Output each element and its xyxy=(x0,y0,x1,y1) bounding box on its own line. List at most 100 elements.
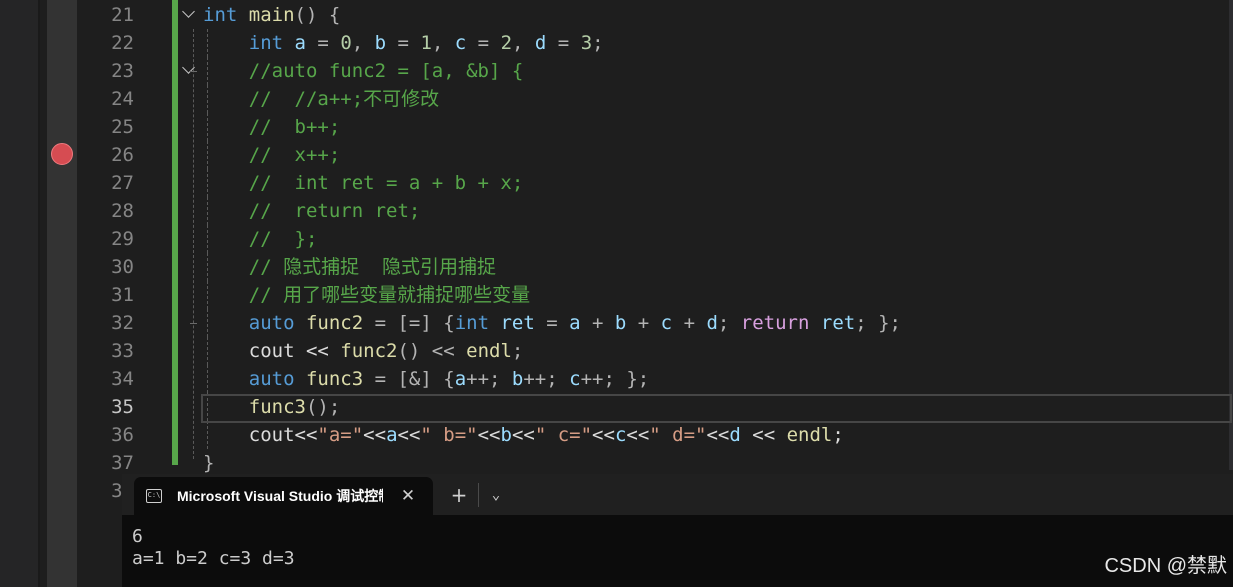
line-number: 22 xyxy=(111,32,134,54)
current-line-highlight xyxy=(201,394,1232,423)
line-number: 25 xyxy=(111,116,134,138)
code-token: + xyxy=(626,312,661,334)
code-text: int main() { xyxy=(203,1,340,29)
code-token: , xyxy=(351,32,375,54)
code-text: cout << func2() << endl; xyxy=(203,337,524,365)
line-number: 27 xyxy=(111,172,134,194)
code-token: auto xyxy=(248,368,295,390)
code-token: << xyxy=(477,424,501,446)
code-line[interactable]: 21 int main() { xyxy=(0,1,1233,29)
code-token: int xyxy=(248,32,284,54)
watermark-label: CSDN @禁默 xyxy=(1104,555,1227,577)
tab-divider xyxy=(478,483,479,507)
code-token: c xyxy=(614,424,627,446)
code-line[interactable]: 30 // 隐式捕捉 隐式引用捕捉 xyxy=(0,253,1233,281)
code-line[interactable]: 24 // //a++;不可修改 xyxy=(0,85,1233,113)
code-token: << xyxy=(363,424,387,446)
code-text: // 隐式捕捉 隐式引用捕捉 xyxy=(203,253,496,281)
code-token: ; xyxy=(832,424,844,446)
code-line[interactable]: 25 // b++; xyxy=(0,113,1233,141)
code-line[interactable]: 26 // x++; xyxy=(0,141,1233,169)
code-line[interactable]: 28 // return ret; xyxy=(0,197,1233,225)
close-tab-icon[interactable]: ✕ xyxy=(396,477,420,515)
code-text: // //a++;不可修改 xyxy=(203,85,439,113)
code-token: "a=" xyxy=(317,424,364,446)
code-token: // x++; xyxy=(248,144,341,166)
code-token: ; }; xyxy=(855,312,901,334)
code-line[interactable]: 31 // 用了哪些变量就捕捉哪些变量 xyxy=(0,281,1233,309)
terminal-tab[interactable]: C:\ Microsoft Visual Studio 调试控制台 ✕ xyxy=(134,477,433,515)
code-token: = [&] { xyxy=(363,368,455,390)
code-line[interactable]: 37} xyxy=(0,449,1233,477)
code-token: } xyxy=(203,452,215,474)
debug-console-window[interactable]: C:\ Microsoft Visual Studio 调试控制台 ✕ + ⌄ … xyxy=(122,474,1233,587)
code-token: () << xyxy=(397,340,467,362)
line-number: 24 xyxy=(111,88,134,110)
code-token: , xyxy=(512,32,535,54)
code-token: = xyxy=(546,32,581,54)
code-token: + xyxy=(672,312,707,334)
fold-end-marker xyxy=(190,323,197,324)
line-number: 30 xyxy=(111,256,134,278)
code-text: auto func3 = [&] {a++; b++; c++; }; xyxy=(203,365,649,393)
code-line[interactable]: 33 cout << func2() << endl; xyxy=(0,337,1233,365)
code-token: + xyxy=(580,312,615,334)
line-number: 33 xyxy=(111,340,134,362)
fold-end-marker xyxy=(190,71,197,72)
code-token: = xyxy=(386,32,421,54)
code-token: () { xyxy=(294,4,341,26)
code-token: // 用了哪些变量就捕捉哪些变量 xyxy=(248,284,531,306)
code-token: b xyxy=(614,312,627,334)
code-token: << xyxy=(706,424,730,446)
code-token: << xyxy=(592,424,615,446)
code-line[interactable]: 22 int a = 0, b = 1, c = 2, d = 3; xyxy=(0,29,1233,57)
code-line[interactable]: 29 // }; xyxy=(0,225,1233,253)
code-text: cout<<"a="<<a<<" b="<<b<<" c="<<c<<" d="… xyxy=(203,421,844,449)
code-text: // b++; xyxy=(203,113,341,141)
code-token: // int ret = a + b + x; xyxy=(248,172,524,194)
code-token: d xyxy=(706,312,718,334)
code-line[interactable]: 32 auto func2 = [=] {int ret = a + b + c… xyxy=(0,309,1233,337)
line-number: 21 xyxy=(111,4,134,26)
code-token: 1 xyxy=(420,32,432,54)
code-token: ; xyxy=(592,32,604,54)
code-text: //auto func2 = [a, &b] { xyxy=(203,57,524,85)
code-line[interactable]: 27 // int ret = a + b + x; xyxy=(0,169,1233,197)
code-token: " d=" xyxy=(649,424,707,446)
code-token: d xyxy=(534,32,547,54)
console-output-line: 6 xyxy=(132,526,143,547)
tab-title: Microsoft Visual Studio 调试控制台 xyxy=(177,488,383,504)
code-line[interactable]: 34 auto func3 = [&] {a++; b++; c++; }; xyxy=(0,365,1233,393)
code-token: = xyxy=(534,312,570,334)
code-token: return xyxy=(740,312,810,334)
code-token: a xyxy=(386,424,398,446)
line-number: 31 xyxy=(111,284,134,306)
console-icon: C:\ xyxy=(146,489,162,503)
code-token: endl xyxy=(466,340,512,362)
new-tab-button[interactable]: + xyxy=(447,479,471,511)
code-token: ; xyxy=(717,312,741,334)
chevron-down-icon[interactable]: ⌄ xyxy=(486,479,506,511)
code-line[interactable]: 23 //auto func2 = [a, &b] { xyxy=(0,57,1233,85)
code-token: a xyxy=(569,312,581,334)
code-token: // return ret; xyxy=(248,200,421,222)
line-number: 29 xyxy=(111,228,134,250)
code-text: // int ret = a + b + x; xyxy=(203,169,524,197)
fold-chevron-icon[interactable] xyxy=(182,5,195,18)
code-token: func2 xyxy=(340,340,398,362)
code-token: // b++; xyxy=(248,116,341,138)
code-token: << xyxy=(626,424,650,446)
code-token: " c=" xyxy=(534,424,593,446)
code-line[interactable]: 36 cout<<"a="<<a<<" b="<<b<<" c="<<c<<" … xyxy=(0,421,1233,449)
code-token: 3 xyxy=(580,32,593,54)
